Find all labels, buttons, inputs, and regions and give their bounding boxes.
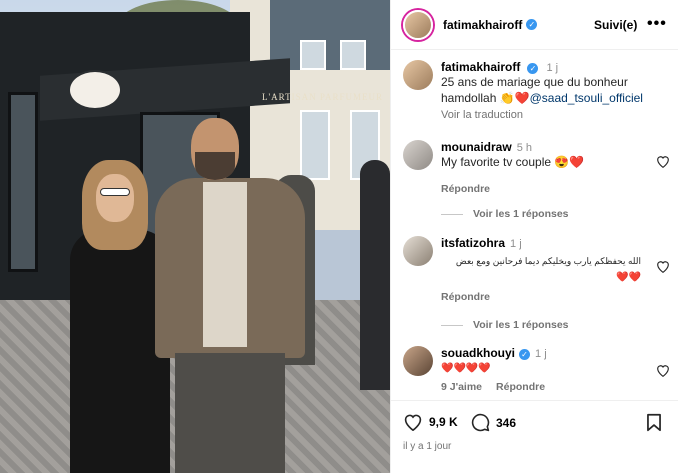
heart-icon[interactable] (403, 413, 423, 431)
view-replies-label: Voir les 1 réponses (473, 208, 569, 220)
comment-time[interactable]: 5 h (517, 142, 532, 154)
photo-man (155, 118, 305, 473)
reply-button[interactable]: Répondre (441, 291, 641, 303)
see-translation-link[interactable]: Voir la traduction (441, 109, 643, 121)
comment-control[interactable]: 346 (471, 413, 516, 432)
commenter-username[interactable]: mounaidraw (441, 140, 512, 154)
post-actions-bar: 9,9 K 346 il y a 1 jour (391, 400, 678, 473)
author-avatar[interactable] (403, 9, 433, 40)
comment-time[interactable]: 1 j (535, 348, 547, 360)
verified-icon: ✓ (519, 348, 531, 360)
comment-likes-count[interactable]: 9 J'aime (441, 381, 482, 393)
commenter-avatar[interactable] (403, 236, 433, 266)
photo-shop-sign (68, 70, 122, 110)
post-header: fatimakhairoff ✓ Suivi(e) ••• (391, 0, 678, 50)
caption-text: hamdollah 👏❤️ (441, 91, 530, 105)
reply-button[interactable]: Répondre (441, 183, 584, 195)
view-replies-button[interactable]: Voir les 1 réponses (441, 319, 569, 331)
comment-time[interactable]: 1 j (510, 238, 522, 250)
like-post-control[interactable]: 9,9 K (403, 413, 458, 431)
caption-avatar[interactable] (403, 60, 433, 90)
comment-text: الله يحفظكم يارب ويخليكم ديما فرحانين وم… (455, 256, 641, 266)
view-replies-label: Voir les 1 réponses (473, 319, 569, 331)
caption-line-2: hamdollah 👏❤️@saad_tsouli_officiel (441, 91, 643, 106)
verified-icon: ✓ (526, 19, 538, 30)
commenter-username[interactable]: itsfatizohra (441, 236, 505, 250)
more-options-icon[interactable]: ••• (647, 15, 667, 33)
comment-item: souadkhouyi ✓ 1 j ❤️❤️❤️❤️ 9 J'aime Répondr… (403, 346, 673, 393)
comment-bubble-icon[interactable] (471, 413, 490, 432)
likes-count[interactable]: 9,9 K (429, 415, 458, 429)
comment-text-hearts: ❤️❤️ (616, 272, 641, 283)
like-comment-heart-icon[interactable] (656, 260, 670, 273)
comment-text: My favorite tv couple 😍❤️ (441, 155, 585, 169)
reply-button[interactable]: Répondre (496, 381, 545, 393)
post-date[interactable]: il y a 1 jour (403, 441, 451, 452)
caption-mention-link[interactable]: @saad_tsouli_officiel (530, 91, 643, 105)
comment-item: itsfatizohra 1 j الله يحفظكم يارب ويخليكم… (403, 236, 673, 303)
post-details-panel: fatimakhairoff ✓ Suivi(e) ••• fatimakhai… (390, 0, 678, 473)
comment-text: ❤️❤️❤️❤️ (441, 363, 491, 374)
photo-shop-name: L'ARTISAN PARFUMEUR (262, 92, 384, 102)
like-comment-heart-icon[interactable] (656, 364, 670, 377)
commenter-avatar[interactable] (403, 346, 433, 376)
post-photo[interactable]: L'ARTISAN PARFUMEUR (0, 0, 390, 473)
follow-button[interactable]: Suivi(e) (594, 18, 637, 32)
comment-item: mounaidraw 5 h My favorite tv couple 😍❤️ … (403, 140, 673, 195)
view-replies-button[interactable]: Voir les 1 réponses (441, 208, 569, 220)
caption-username[interactable]: fatimakhairoff (441, 60, 520, 74)
author-username[interactable]: fatimakhairoff (443, 18, 522, 32)
commenter-username[interactable]: souadkhouyi (441, 346, 515, 360)
commenter-avatar[interactable] (403, 140, 433, 170)
bookmark-icon[interactable] (646, 413, 662, 432)
verified-icon: ✓ (527, 62, 539, 74)
photo-passerby-right (360, 160, 390, 390)
like-comment-heart-icon[interactable] (656, 155, 670, 168)
comments-count[interactable]: 346 (496, 416, 516, 430)
caption-time[interactable]: 1 j (546, 62, 558, 74)
post-caption: fatimakhairoff ✓ 1 j 25 ans de mariage q… (403, 60, 673, 121)
caption-line-1: 25 ans de mariage que du bonheur (441, 75, 628, 89)
